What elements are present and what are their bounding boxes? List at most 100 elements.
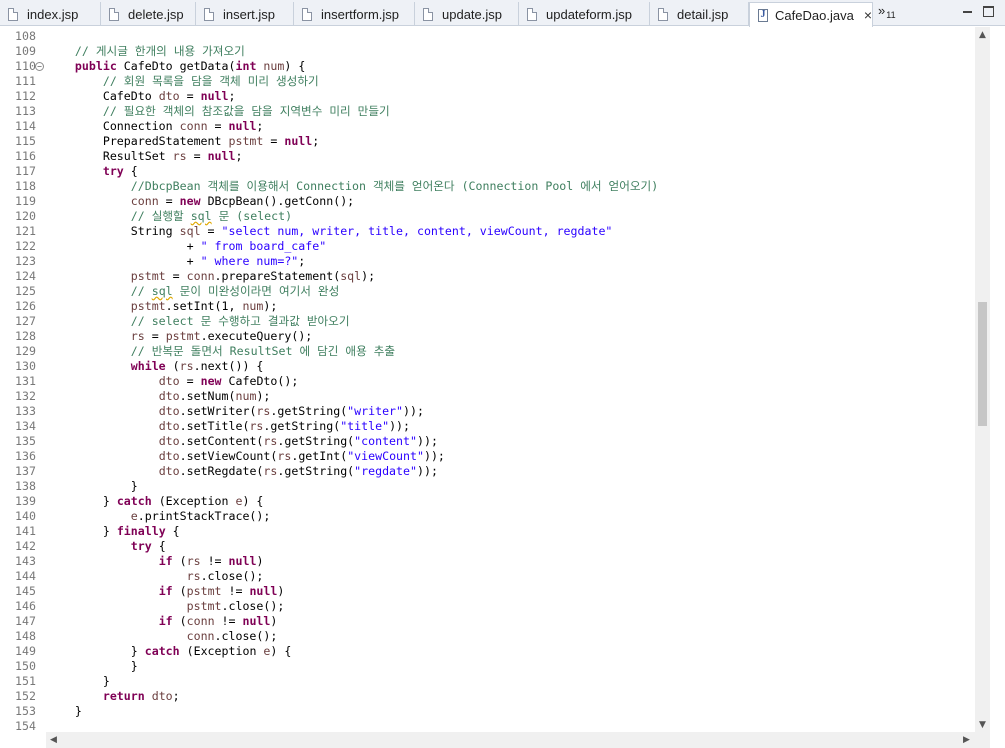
code-line[interactable]: 121 String sql = "select num, writer, ti… [0,224,975,239]
code-line[interactable]: 114 Connection conn = null; [0,119,975,134]
code-line[interactable]: 127 // select 문 수행하고 결과값 받아오기 [0,314,975,329]
code-token: Connection [47,119,180,133]
code-line[interactable]: 142 try { [0,539,975,554]
tab-insertform-jsp[interactable]: insertform.jsp [294,2,415,26]
tab-label: CafeDao.java [775,7,854,23]
code-line[interactable]: 111 // 회원 목록을 담을 객체 미리 생성하기 [0,74,975,89]
code-line[interactable]: 110− public CafeDto getData(int num) { [0,59,975,74]
code-line[interactable]: 115 PreparedStatement pstmt = null; [0,134,975,149]
code-line[interactable]: 116 ResultSet rs = null; [0,149,975,164]
code-line[interactable]: 124 pstmt = conn.prepareStatement(sql); [0,269,975,284]
scroll-right-icon[interactable]: ▶ [959,732,974,748]
code-line[interactable]: 143 if (rs != null) [0,554,975,569]
line-number: 137 [15,464,36,478]
line-number: 144 [15,569,36,583]
code-line[interactable]: 120 // 실행할 sql 문 (select) [0,209,975,224]
code-line[interactable]: 147 if (conn != null) [0,614,975,629]
code-token: ) { [270,644,292,658]
fold-collapse-icon[interactable]: − [35,62,44,71]
code-line[interactable]: 130 while (rs.next()) { [0,359,975,374]
code-line[interactable]: 131 dto = new CafeDto(); [0,374,975,389]
code-token: .getString( [277,464,355,478]
code-line[interactable]: 123 + " where num=?"; [0,254,975,269]
code-text: + " from board_cafe" [47,239,327,254]
code-line[interactable]: 133 dto.setWriter(rs.getString("writer")… [0,404,975,419]
code-token: while [130,359,166,373]
code-line[interactable]: 126 pstmt.setInt(1, num); [0,299,975,314]
tab-index-jsp[interactable]: index.jsp [0,2,101,26]
scroll-down-icon[interactable]: ▼ [975,717,990,732]
code-text: } finally { [47,524,180,539]
code-line[interactable]: 152 return dto; [0,689,975,704]
code-line[interactable]: 141 } finally { [0,524,975,539]
code-line[interactable]: 139 } catch (Exception e) { [0,494,975,509]
code-line[interactable]: 151 } [0,674,975,689]
code-line[interactable]: 125 // sql 문이 미완성이라면 여기서 완성 [0,284,975,299]
horizontal-scrollbar[interactable]: ◀ ▶ [46,732,990,748]
tab-insert-jsp[interactable]: insert.jsp [196,2,294,26]
code-text: } [47,659,138,674]
code-token: if [158,554,173,568]
code-token: )); [403,404,424,418]
code-token: dto [151,689,173,703]
code-token: return [102,689,145,703]
line-number: 128 [15,329,36,343]
code-line[interactable]: 128 rs = pstmt.executeQuery(); [0,329,975,344]
code-token: String [47,224,180,238]
tab-detail-jsp[interactable]: detail.jsp [650,2,749,26]
tab-cafedao-java[interactable]: J CafeDao.java × [749,2,873,27]
close-icon[interactable]: × [864,7,872,23]
code-line[interactable]: 122 + " from board_cafe" [0,239,975,254]
code-editor[interactable]: 108 109 // 게시글 한개의 내용 가져오기 110− public Caf… [0,27,975,732]
code-token: rs [186,569,201,583]
code-token: DBcpBean().getConn(); [200,194,355,208]
code-line[interactable]: 150 } [0,659,975,674]
code-line[interactable]: 153 } [0,704,975,719]
code-line[interactable]: 117 try { [0,164,975,179]
code-token: pstmt [130,299,166,313]
code-line[interactable]: 149 } catch (Exception e) { [0,644,975,659]
tab-update-jsp[interactable]: update.jsp [415,2,519,26]
code-line[interactable]: 113 // 필요한 객체의 참조값을 담을 지역변수 미리 만들기 [0,104,975,119]
code-line[interactable]: 134 dto.setTitle(rs.getString("title")); [0,419,975,434]
code-line[interactable]: 129 // 반복문 돌면서 ResultSet 에 담긴 애용 추출 [0,344,975,359]
tab-overflow-button[interactable]: » 11 [878,3,896,25]
tab-delete-jsp[interactable]: delete.jsp [101,2,196,26]
code-text: + " where num=?"; [47,254,306,269]
code-text: rs.close(); [47,569,264,584]
code-line[interactable]: 108 [0,29,975,44]
code-token: sql [340,269,362,283]
code-line[interactable]: 148 conn.close(); [0,629,975,644]
code-token: .getInt( [291,449,348,463]
code-text: } [47,674,110,689]
code-token: // 게시글 한개의 내용 가져오기 [74,44,245,58]
tab-updateform-jsp[interactable]: updateform.jsp [519,2,650,26]
code-line[interactable]: 118 //DbcpBean 객체를 이용해서 Connection 객체를 얻… [0,179,975,194]
scrollbar-thumb[interactable] [978,302,987,426]
code-line[interactable]: 140 e.printStackTrace(); [0,509,975,524]
code-line[interactable]: 145 if (pstmt != null) [0,584,975,599]
vertical-scrollbar[interactable]: ▲ ▼ [975,27,990,732]
code-line[interactable]: 112 CafeDto dto = null; [0,89,975,104]
code-line[interactable]: 132 dto.setNum(num); [0,389,975,404]
maximize-button[interactable] [983,6,994,17]
code-line[interactable]: 138 } [0,479,975,494]
code-token: .getString( [263,419,341,433]
minimize-button[interactable] [962,6,973,17]
code-token: )); [423,449,445,463]
code-line[interactable]: 154 [0,719,975,732]
line-number: 114 [15,119,36,133]
code-line[interactable]: 144 rs.close(); [0,569,975,584]
code-line[interactable]: 109 // 게시글 한개의 내용 가져오기 [0,44,975,59]
code-line[interactable]: 135 dto.setContent(rs.getString("content… [0,434,975,449]
scroll-left-icon[interactable]: ◀ [46,732,61,748]
code-line[interactable]: 146 pstmt.close(); [0,599,975,614]
code-token: ResultSet [47,149,173,163]
code-line[interactable]: 119 conn = new DBcpBean().getConn(); [0,194,975,209]
code-line[interactable]: 136 dto.setViewCount(rs.getInt("viewCoun… [0,449,975,464]
scroll-up-icon[interactable]: ▲ [975,27,990,42]
code-token: int [235,59,257,73]
code-line[interactable]: 137 dto.setRegdate(rs.getString("regdate… [0,464,975,479]
